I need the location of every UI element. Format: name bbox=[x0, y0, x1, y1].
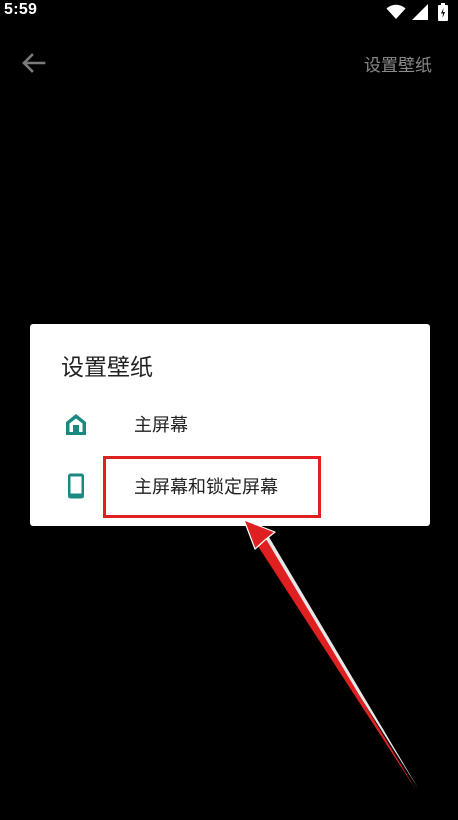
annotation-highlight-box bbox=[103, 456, 321, 518]
dialog-title: 设置壁纸 bbox=[61, 355, 153, 381]
arrow-left-icon[interactable] bbox=[18, 48, 48, 78]
wifi-icon bbox=[386, 4, 406, 19]
set-wallpaper-action[interactable]: 设置壁纸 bbox=[364, 51, 432, 76]
signal-icon bbox=[412, 4, 428, 20]
option-home-screen[interactable]: 主屏幕 bbox=[30, 396, 430, 452]
phone-icon bbox=[68, 473, 84, 499]
status-time: 5:59 bbox=[4, 1, 38, 18]
status-bar: 5:59 bbox=[0, 0, 458, 24]
battery-icon bbox=[438, 3, 448, 21]
home-icon bbox=[66, 414, 86, 435]
wallpaper-screen: 5:59 设置壁纸 设置壁纸 主屏幕 主屏幕和锁定屏幕 bbox=[0, 0, 458, 820]
option-home-screen-label: 主屏幕 bbox=[134, 415, 188, 436]
